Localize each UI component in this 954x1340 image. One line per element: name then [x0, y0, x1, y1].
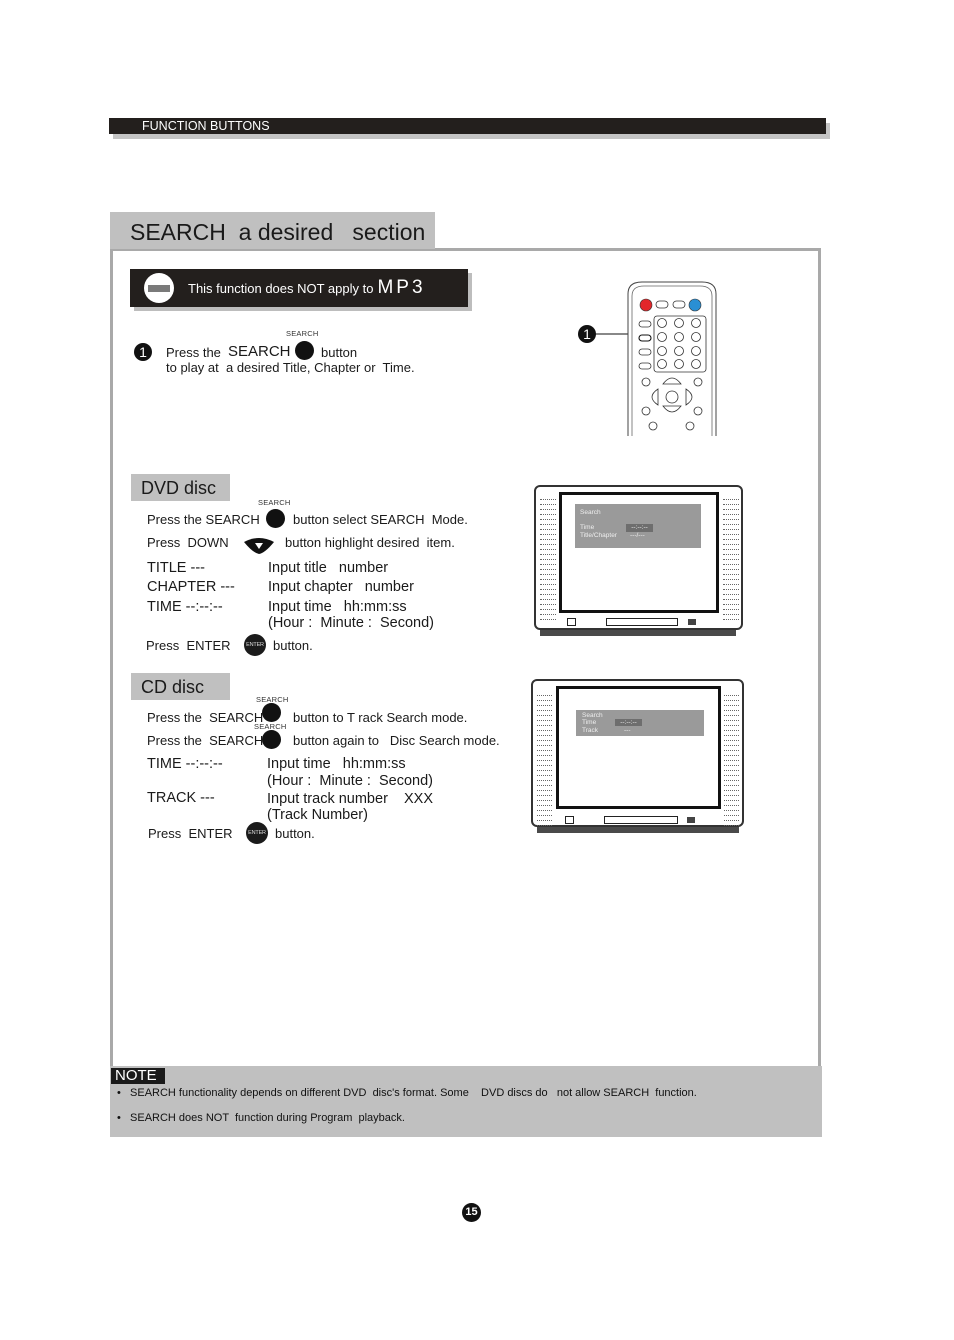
- dvd-step2-prefix: Press DOWN: [147, 535, 229, 550]
- cd-enter-prefix: Press ENTER: [148, 826, 233, 841]
- osd-row-value: ---: [624, 727, 631, 734]
- tv-screen: Search Time --:--:-- Title/Chapter ---/-…: [559, 492, 719, 613]
- dvd-enter-prefix: Press ENTER: [146, 638, 231, 653]
- osd-row-value-highlighted: --:--:--: [615, 719, 642, 726]
- cd-step1-prefix: Press the SEARCH: [147, 710, 264, 725]
- cd-row-label: TIME --:--:--: [147, 756, 223, 772]
- dvd-row-desc: Input time hh:mm:ss: [268, 599, 407, 615]
- cd-step1-suffix: button to T rack Search mode.: [293, 710, 468, 725]
- cd-row-label: TRACK ---: [147, 790, 215, 806]
- osd-title: Search: [580, 509, 601, 516]
- note-box: [110, 1066, 822, 1137]
- down-arrow-button-icon: [244, 538, 274, 554]
- intro-line2: to play at a desired Title, Chapter or T…: [166, 360, 415, 375]
- tv-power-indicator: [565, 816, 574, 824]
- step-number-badge: 1: [134, 343, 152, 361]
- tv-control-panel: [604, 816, 678, 824]
- search-button-icon: [266, 509, 285, 528]
- enter-button-icon: ENTER: [246, 822, 268, 844]
- cd-disc-tab: CD disc: [131, 673, 230, 700]
- tv-sensor: [688, 619, 696, 625]
- note-item-text: SEARCH does NOT function during Program …: [130, 1112, 405, 1124]
- tv-screen: Search Time --:--:-- Track ---: [556, 686, 721, 809]
- dvd-row-desc: Input chapter number: [268, 579, 414, 595]
- cd-step2-prefix: Press the SEARCH: [147, 733, 264, 748]
- dvd-enter-suffix: button.: [273, 638, 313, 653]
- osd-row-label: Track: [582, 727, 599, 734]
- cd-row-desc2: (Track Number): [267, 807, 368, 823]
- cd-step2-suffix: button again to Disc Search mode.: [293, 733, 500, 748]
- power-button-icon: [639, 298, 653, 312]
- cd-row-desc: Input track number XXX: [267, 791, 434, 807]
- dvd-row-label: TIME --:--:--: [147, 599, 223, 615]
- tv-speaker-grille: [724, 695, 739, 827]
- osd-row-value-highlighted: --:--:--: [626, 524, 653, 532]
- note-item: • SEARCH does NOT function during Progra…: [117, 1112, 405, 1124]
- osd-row-label: Title/Chapter: [580, 532, 617, 539]
- tv-speaker-grille: [723, 499, 739, 621]
- cd-row-desc: Input time hh:mm:ss: [267, 756, 406, 772]
- tv-sensor: [687, 817, 695, 823]
- dvd-search-caption: SEARCH: [258, 498, 291, 507]
- dvd-step1-suffix: button select SEARCH Mode.: [293, 512, 468, 527]
- search-button-icon: [262, 703, 281, 722]
- tv-control-panel: [606, 618, 678, 626]
- osd-title: Search: [582, 712, 603, 719]
- section-title: SEARCH a desired section: [110, 212, 435, 249]
- osd-row-value: ---/---: [630, 532, 645, 539]
- header-bar: FUNCTION BUTTONS: [109, 118, 826, 134]
- warning-format: MP3: [377, 277, 426, 298]
- dvd-row-label: TITLE ---: [147, 560, 205, 576]
- cd-enter-suffix: button.: [275, 826, 315, 841]
- note-item: • SEARCH functionality depends on differ…: [117, 1087, 697, 1099]
- warning-banner: This function does NOT apply to MP3: [130, 269, 468, 307]
- dvd-row-label: CHAPTER ---: [147, 579, 235, 595]
- osd-row-label: Time: [580, 524, 595, 531]
- warning-text: This function does NOT apply to: [188, 280, 374, 296]
- tv-illustration-cd: Search Time --:--:-- Track ---: [531, 679, 744, 827]
- eject-button-icon: [688, 298, 702, 312]
- osd-search-panel: Search Time --:--:-- Title/Chapter ---/-…: [575, 504, 701, 548]
- dvd-disc-tab: DVD disc: [131, 474, 230, 501]
- search-button-icon: [262, 730, 281, 749]
- search-button-icon: [295, 341, 314, 360]
- note-item-text: SEARCH functionality depends on differen…: [130, 1087, 697, 1099]
- search-button-caption: SEARCH: [286, 329, 319, 338]
- tv-speaker-grille: [540, 499, 556, 621]
- dvd-step2-suffix: button highlight desired item.: [285, 535, 455, 550]
- dvd-row-desc: Input title number: [268, 560, 389, 576]
- remote-control-illustration: [595, 281, 717, 436]
- tv-speaker-grille: [537, 695, 552, 827]
- dvd-step1-prefix: Press the SEARCH: [147, 512, 260, 527]
- note-label: NOTE: [111, 1068, 165, 1084]
- tv-illustration-dvd: Search Time --:--:-- Title/Chapter ---/-…: [534, 485, 743, 630]
- dvd-row-desc2: (Hour : Minute : Second): [268, 615, 435, 631]
- intro-line1-key: SEARCH: [228, 343, 291, 360]
- page-number: 15: [462, 1203, 481, 1222]
- cd-row-desc2: (Hour : Minute : Second): [267, 773, 434, 789]
- tv-power-indicator: [567, 618, 576, 626]
- intro-line1-prefix: Press the: [166, 345, 225, 360]
- intro-line1-suffix: button: [321, 345, 358, 360]
- enter-button-icon: ENTER: [244, 634, 266, 656]
- remote-search-button: [638, 334, 652, 342]
- osd-row-label: Time: [582, 719, 597, 726]
- no-entry-icon: [144, 273, 174, 303]
- osd-search-panel: Search Time --:--:-- Track ---: [576, 710, 704, 736]
